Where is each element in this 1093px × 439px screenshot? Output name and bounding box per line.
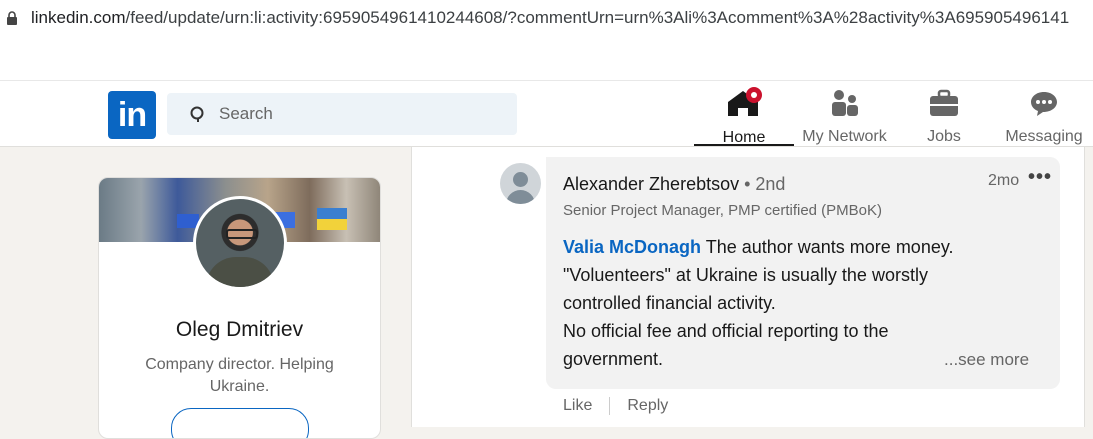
commenter-headline: Senior Project Manager, PMP certified (P… [563, 202, 883, 219]
comment-line: No official fee and official reporting t… [563, 321, 889, 341]
url-host: linkedin.com [31, 8, 126, 27]
nav-item-jobs[interactable]: Jobs [912, 87, 976, 146]
url-text[interactable]: linkedin.com/feed/update/urn:li:activity… [31, 8, 1091, 28]
like-button[interactable]: Like [563, 397, 592, 415]
profile-card: Oleg Dmitriev Company director. Helping … [98, 177, 381, 439]
network-icon [829, 87, 861, 118]
comment-line: The author wants more money. [701, 237, 954, 257]
reply-button[interactable]: Reply [627, 397, 668, 415]
avatar-body [506, 190, 535, 204]
messaging-icon [1028, 87, 1060, 118]
search-input[interactable] [217, 103, 501, 125]
nav-item-messaging[interactable]: Messaging [1000, 87, 1088, 146]
linkedin-global-nav: in Home My Network [0, 81, 1093, 147]
comment-line: controlled financial activity. [563, 293, 776, 313]
see-more-button[interactable]: ...see more [944, 350, 1029, 370]
comment-more-options-icon[interactable]: ••• [1028, 166, 1052, 189]
profile-name[interactable]: Oleg Dmitriev [99, 318, 380, 342]
profile-headline: Company director. Helping Ukraine. [145, 356, 334, 395]
profile-avatar[interactable] [193, 196, 287, 290]
comment-line: "Voluenteers" at Ukraine is usually the … [563, 265, 928, 285]
browser-url-bar[interactable]: linkedin.com/feed/update/urn:li:activity… [0, 0, 1093, 37]
url-path: /feed/update/urn:li:activity:69590549614… [125, 8, 1070, 27]
commenter-name-text[interactable]: Alexander Zherebtsov [563, 174, 739, 194]
commenter-avatar[interactable] [500, 163, 541, 204]
commenter-name[interactable]: Alexander Zherebtsov • 2nd [563, 174, 785, 195]
comment-actions: Like Reply [563, 397, 668, 415]
linkedin-logo[interactable]: in [108, 91, 156, 139]
nav-label-my-network: My Network [802, 128, 887, 145]
lock-icon [6, 11, 18, 25]
avatar-detail [226, 229, 258, 239]
action-divider [609, 397, 611, 415]
search-box[interactable] [167, 93, 517, 135]
banner-detail [317, 208, 347, 230]
browser-toolbar-area [0, 36, 1093, 81]
comment-timestamp: 2mo [988, 172, 1020, 189]
briefcase-icon [928, 87, 960, 118]
nav-label-jobs: Jobs [927, 128, 961, 145]
profile-action-button[interactable] [171, 408, 309, 438]
avatar-head [513, 172, 528, 187]
search-icon [190, 106, 204, 122]
nav-label-messaging: Messaging [1005, 128, 1083, 145]
avatar-detail [206, 257, 274, 287]
nav-item-home[interactable]: Home [694, 87, 794, 146]
connection-degree: • 2nd [739, 174, 786, 194]
nav-label-home: Home [722, 129, 766, 146]
nav-item-my-network[interactable]: My Network [797, 87, 892, 146]
mention-link[interactable]: Valia McDonagh [563, 237, 701, 257]
home-icon [724, 87, 764, 119]
